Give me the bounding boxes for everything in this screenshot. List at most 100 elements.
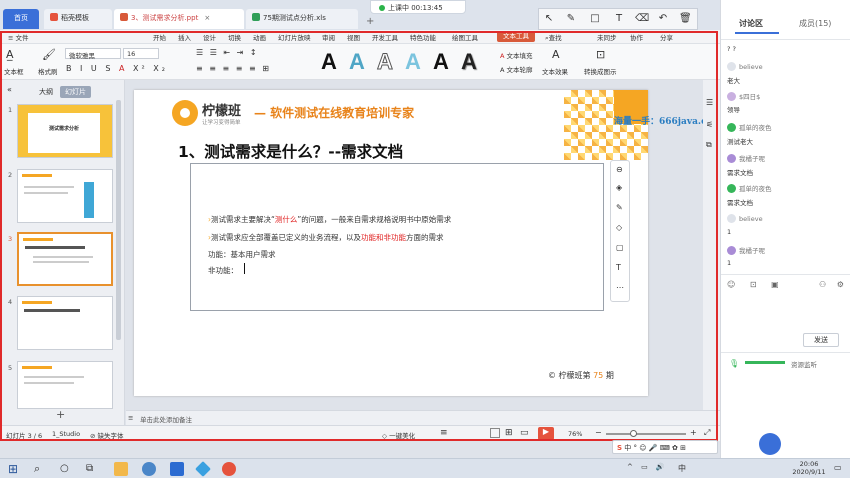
tab-home[interactable]: 首页 — [3, 9, 39, 29]
menu-text-tools[interactable]: 文本工具 — [497, 31, 535, 42]
search-button[interactable]: ⌕查找 — [545, 32, 562, 43]
reading-view-icon[interactable]: ▭ — [520, 428, 529, 438]
text-effect-icon[interactable]: A — [552, 48, 560, 61]
tab-xls[interactable]: 75期测试点分析.xls — [246, 9, 358, 29]
menu-design[interactable]: 设计 — [203, 32, 216, 42]
sliders-icon[interactable]: ⚟ — [706, 120, 713, 129]
slide-thumbnail-4[interactable] — [17, 296, 113, 350]
slide-thumbnail-1[interactable]: 测试需求分析 — [17, 104, 113, 158]
slides-tab[interactable]: 幻灯片 — [60, 86, 91, 98]
format-brush-icon[interactable]: 🖌 — [42, 48, 56, 61]
text-effect-button[interactable]: 文本效果 — [542, 66, 568, 76]
text-style-light[interactable]: A — [400, 48, 426, 76]
zoom-level[interactable]: 76% — [568, 430, 582, 438]
notification-icon[interactable]: ▭ — [834, 463, 842, 472]
search-icon[interactable]: ⌕ — [34, 462, 48, 476]
pen-icon[interactable]: ✎ — [616, 203, 623, 212]
zoom-slider[interactable] — [606, 433, 686, 435]
send-button[interactable]: 发送 — [803, 333, 839, 347]
text-style-outline[interactable]: A — [372, 48, 398, 76]
beautify-button[interactable]: ◇ 一键美化 — [382, 430, 415, 440]
pointer-icon[interactable]: ↖ — [543, 13, 555, 25]
slide-thumbnail-3-selected[interactable] — [17, 232, 113, 286]
text-style-blue[interactable]: A — [344, 48, 370, 76]
cortana-icon[interactable]: ○ — [60, 462, 74, 476]
convert-diagram-button[interactable]: 转换成图示 — [584, 66, 617, 76]
frame-icon[interactable]: ▢ — [616, 243, 624, 252]
paragraph-buttons-top[interactable]: ☰ ☰ ⇤ ⇥ ↕ — [196, 48, 259, 57]
slide-thumbnail-2[interactable] — [17, 169, 113, 223]
tray-icons[interactable]: ^ ▭ 🔊 — [627, 463, 668, 471]
tab-members[interactable]: 成员(15) — [799, 18, 831, 29]
tab-docer[interactable]: 稻壳模板 — [44, 9, 112, 29]
text-icon[interactable]: T — [613, 13, 625, 25]
task-view-icon[interactable]: ⧉ — [86, 462, 100, 476]
diamond-app-icon[interactable] — [195, 461, 211, 477]
pen-icon[interactable]: ✎ — [565, 13, 577, 25]
normal-view-icon[interactable] — [490, 428, 500, 438]
menu-animation[interactable]: 动画 — [253, 32, 266, 42]
copy-icon[interactable]: ⧉ — [706, 140, 712, 150]
fit-window-icon[interactable]: ⤢ — [704, 428, 710, 438]
font-style-buttons[interactable]: B I U S A X² X₂ — [66, 64, 168, 73]
add-slide-button[interactable]: + — [56, 408, 65, 421]
menu-start[interactable]: 开始 — [153, 32, 166, 42]
browser-icon[interactable] — [142, 462, 156, 476]
ime-indicator[interactable]: 中 — [678, 463, 686, 474]
properties-icon[interactable]: ☰ — [706, 98, 713, 107]
menu-slideshow[interactable]: 幻灯片放映 — [278, 32, 311, 42]
thumb-scrollbar[interactable] — [116, 100, 121, 340]
textbox-button[interactable]: 文本框 — [4, 66, 24, 76]
menu-view[interactable]: 视图 — [347, 32, 360, 42]
convert-diagram-icon[interactable]: ⊡ — [596, 48, 605, 61]
notes-toggle-icon[interactable]: ≡ — [440, 428, 448, 438]
text-style-black[interactable]: A — [316, 48, 342, 76]
text-fill-button[interactable]: A 文本填充 — [500, 50, 533, 60]
notes-area[interactable]: ≡ 单击此处添加备注 — [126, 410, 720, 425]
menu-drawing-tools[interactable]: 绘图工具 — [452, 32, 478, 42]
trash-icon[interactable]: 🗑 — [679, 13, 692, 25]
font-select[interactable]: 微软雅黑 — [65, 48, 121, 60]
more-icon[interactable]: ⋯ — [616, 283, 624, 292]
new-tab-button[interactable]: + — [360, 12, 380, 32]
menu-transition[interactable]: 切换 — [228, 32, 241, 42]
chat-tools[interactable]: ☺ ⊡ ▣ — [727, 280, 785, 289]
fill-icon[interactable]: ◇ — [616, 223, 622, 232]
menu-review[interactable]: 审阅 — [322, 32, 335, 42]
format-brush-button[interactable]: 格式刷 — [38, 66, 58, 76]
play-slideshow-icon[interactable]: ▶ — [538, 427, 554, 440]
text-style-shadow[interactable]: A — [456, 48, 482, 76]
close-icon[interactable]: × — [204, 14, 210, 22]
align-buttons[interactable]: ≡ ≡ ≡ ≡ ≡ ⊞ — [196, 64, 271, 73]
zoom-out-icon[interactable]: − — [595, 428, 602, 437]
sync-status[interactable]: 未同步 — [597, 32, 617, 42]
tab-ppt[interactable]: 3、测试需求分析.ppt × — [114, 9, 244, 29]
speaker-avatar[interactable] — [759, 433, 781, 455]
undo-icon[interactable]: ↶ — [657, 13, 669, 25]
menu-devtools[interactable]: 开发工具 — [372, 32, 398, 42]
eraser-icon[interactable]: ⌫ — [635, 13, 649, 25]
menu-insert[interactable]: 插入 — [178, 32, 191, 42]
font-size-select[interactable]: 16 — [123, 48, 159, 59]
minus-icon[interactable]: ⊖ — [616, 165, 623, 174]
chat-settings-icons[interactable]: ⚇ ⚙ — [819, 280, 848, 289]
zoom-slider-handle[interactable] — [630, 430, 637, 437]
slide-thumbnail-5[interactable] — [17, 361, 113, 409]
firefox-icon[interactable] — [222, 462, 236, 476]
sorter-view-icon[interactable]: ⊞ — [505, 428, 513, 438]
windows-start-icon[interactable]: ⊞ — [8, 462, 22, 476]
layers-icon[interactable]: ◈ — [616, 183, 622, 192]
text-style-black2[interactable]: A — [428, 48, 454, 76]
outline-tab[interactable]: 大纲 — [34, 86, 58, 98]
zoom-in-icon[interactable]: + — [690, 428, 697, 437]
tab-discussion[interactable]: 讨论区 — [739, 18, 763, 29]
clock[interactable]: 20:06 2020/9/11 — [787, 460, 831, 476]
microphone-icon[interactable]: 🎙 — [729, 359, 739, 368]
text-outline-button[interactable]: A 文本轮廓 — [500, 64, 533, 74]
share-button[interactable]: 分享 — [660, 32, 673, 42]
rectangle-icon[interactable]: □ — [589, 13, 601, 25]
resource-monitor[interactable]: 资源监听 — [791, 359, 817, 369]
menu-file[interactable]: ≡ 文件 — [8, 32, 29, 42]
missing-font-button[interactable]: ⊘ 缺失字体 — [90, 430, 124, 440]
menu-features[interactable]: 特色功能 — [410, 32, 436, 42]
